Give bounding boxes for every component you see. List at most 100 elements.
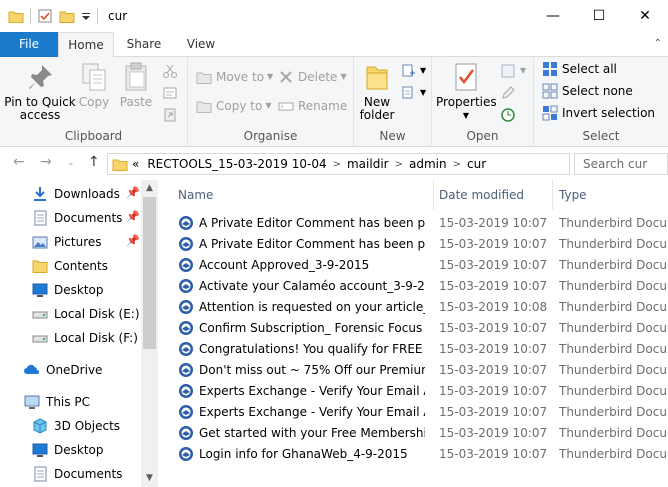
scrollbar-thumb[interactable] xyxy=(143,197,156,349)
thunderbird-document-icon xyxy=(178,215,194,231)
tab-share[interactable]: Share xyxy=(118,32,170,57)
easy-access-button[interactable]: ▼ xyxy=(400,83,426,103)
close-button[interactable]: ✕ xyxy=(622,0,668,32)
thunderbird-document-icon xyxy=(178,257,194,273)
cut-button[interactable] xyxy=(162,61,182,81)
edit-button[interactable] xyxy=(500,83,520,103)
table-row[interactable]: Login info for GhanaWeb_4-9-2015 15-03-20… xyxy=(158,444,668,465)
ribbon: Pin to Quick access Copy Paste Clipboard… xyxy=(0,57,668,147)
column-header: Name Date modified Type xyxy=(158,180,668,210)
tab-file[interactable]: File xyxy=(0,32,58,57)
tab-view[interactable]: View xyxy=(176,32,226,57)
pinned-icon: 📌 xyxy=(126,234,140,247)
nav-item-label: Desktop xyxy=(54,443,104,457)
forward-arrow-icon[interactable]: → xyxy=(40,154,52,170)
recent-locations-chevron-icon[interactable]: ⌄ xyxy=(67,158,75,168)
toolbar-separator xyxy=(97,8,98,24)
table-row[interactable]: Don't miss out ~ 75% Off our Premium ...… xyxy=(158,360,668,381)
nav-item-label: Desktop xyxy=(54,283,104,297)
table-row[interactable]: Account Approved_3-9-2015 15-03-2019 10:0… xyxy=(158,255,668,276)
folder-icon xyxy=(32,258,48,274)
toolbar-separator xyxy=(30,8,31,24)
invert-selection-label: Invert selection xyxy=(562,106,656,120)
ribbon-collapse-chevron-icon[interactable]: ⌃ xyxy=(654,38,662,49)
move-to-button[interactable]: Move to ▼ xyxy=(196,67,273,87)
paste-button[interactable]: Paste xyxy=(116,61,156,109)
new-folder-icon[interactable] xyxy=(59,8,75,24)
back-arrow-icon[interactable]: ← xyxy=(13,154,25,170)
table-row[interactable]: Confirm Subscription_ Forensic Focus Ne.… xyxy=(158,318,668,339)
column-date-modified[interactable]: Date modified xyxy=(433,180,553,210)
table-row[interactable]: Experts Exchange - Verify Your Email Add… xyxy=(158,402,668,423)
thunderbird-document-icon xyxy=(178,299,194,315)
file-date-modified: 15-03-2019 10:07 xyxy=(439,237,548,251)
file-date-modified: 15-03-2019 10:07 xyxy=(439,279,548,293)
rename-button[interactable]: Rename xyxy=(278,96,347,116)
invert-selection-button[interactable]: Invert selection xyxy=(542,103,655,123)
file-type: Thunderbird Docu... xyxy=(559,384,668,398)
breadcrumb-item[interactable]: RECTOOLS_15-03-2019 10-04 xyxy=(147,157,326,171)
select-all-button[interactable]: Select all xyxy=(542,59,617,79)
select-all-label: Select all xyxy=(562,62,617,76)
new-item-button[interactable]: ▼ xyxy=(400,61,426,81)
delete-x-icon xyxy=(278,69,294,85)
maximize-button[interactable]: ☐ xyxy=(576,0,622,32)
file-date-modified: 15-03-2019 10:07 xyxy=(439,384,548,398)
paste-shortcut-button[interactable] xyxy=(162,105,182,125)
address-bar[interactable]: « RECTOOLS_15-03-2019 10-04 > maildir > … xyxy=(107,153,570,175)
table-row[interactable]: Experts Exchange - Verify Your Email Add… xyxy=(158,381,668,402)
breadcrumb-item[interactable]: maildir xyxy=(347,157,389,171)
tab-home[interactable]: Home xyxy=(58,32,114,58)
copy-to-label: Copy to xyxy=(216,99,263,113)
file-date-modified: 15-03-2019 10:07 xyxy=(439,363,548,377)
edit-pencil-icon xyxy=(500,85,516,101)
table-row[interactable]: Congratulations! You qualify for FREE Pr… xyxy=(158,339,668,360)
folder-icon[interactable] xyxy=(8,8,24,24)
up-arrow-icon[interactable]: ↑ xyxy=(88,154,100,170)
properties-button[interactable]: Properties ▼ xyxy=(436,61,497,122)
breadcrumb-overflow[interactable]: « xyxy=(132,157,139,171)
table-row[interactable]: Activate your Calaméo account_3-9-2015 15… xyxy=(158,276,668,297)
table-row[interactable]: Attention is requested on your article_ … xyxy=(158,297,668,318)
properties-check-icon[interactable] xyxy=(37,8,53,24)
history-button[interactable] xyxy=(500,105,520,125)
paste-icon xyxy=(120,61,152,93)
copy-to-button[interactable]: Copy to ▼ xyxy=(196,96,271,116)
scroll-down-arrow-icon[interactable]: ▼ xyxy=(141,470,158,487)
organise-group-label: Organise xyxy=(243,129,298,143)
table-row[interactable]: A Private Editor Comment has been post..… xyxy=(158,234,668,255)
delete-button[interactable]: Delete ▼ xyxy=(278,67,347,87)
file-date-modified: 15-03-2019 10:08 xyxy=(439,300,548,314)
customize-qat-dropdown-icon[interactable] xyxy=(81,8,91,24)
column-name[interactable]: Name xyxy=(172,180,434,210)
copy-button[interactable]: Copy xyxy=(76,61,112,109)
chevron-right-icon[interactable]: > xyxy=(333,159,341,170)
file-type: Thunderbird Docu... xyxy=(559,258,668,272)
scroll-up-arrow-icon[interactable]: ▲ xyxy=(141,180,158,197)
new-folder-button[interactable]: New folder xyxy=(356,61,398,122)
documents-icon xyxy=(32,210,48,226)
select-group-label: Select xyxy=(582,129,620,143)
search-input[interactable]: Search cur xyxy=(574,153,668,175)
chevron-right-icon[interactable]: > xyxy=(395,159,403,170)
delete-label: Delete xyxy=(298,70,338,84)
chevron-right-icon[interactable]: > xyxy=(453,159,461,170)
new-group: New folder ▼ ▼ New xyxy=(354,57,432,147)
thunderbird-document-icon xyxy=(178,404,194,420)
column-type[interactable]: Type xyxy=(553,180,668,210)
select-none-button[interactable]: Select none xyxy=(542,81,633,101)
table-row[interactable]: Get started with your Free Membership_3.… xyxy=(158,423,668,444)
breadcrumb-item[interactable]: cur xyxy=(467,157,486,171)
copy-path-button[interactable] xyxy=(162,83,182,103)
nav-scrollbar[interactable]: ▲ ▼ xyxy=(141,180,158,487)
thunderbird-document-icon xyxy=(178,425,194,441)
thunderbird-document-icon xyxy=(178,446,194,462)
file-name: Don't miss out ~ 75% Off our Premium ... xyxy=(199,363,425,377)
open-icon xyxy=(500,63,516,79)
open-button[interactable]: ▼ xyxy=(500,61,526,81)
breadcrumb-item[interactable]: admin xyxy=(409,157,447,171)
pin-to-quick-access-button[interactable]: Pin to Quick access xyxy=(4,61,76,122)
table-row[interactable]: A Private Editor Comment has been post..… xyxy=(158,213,668,234)
nav-item-label: Documents xyxy=(54,211,123,225)
minimize-button[interactable]: — xyxy=(530,0,576,32)
